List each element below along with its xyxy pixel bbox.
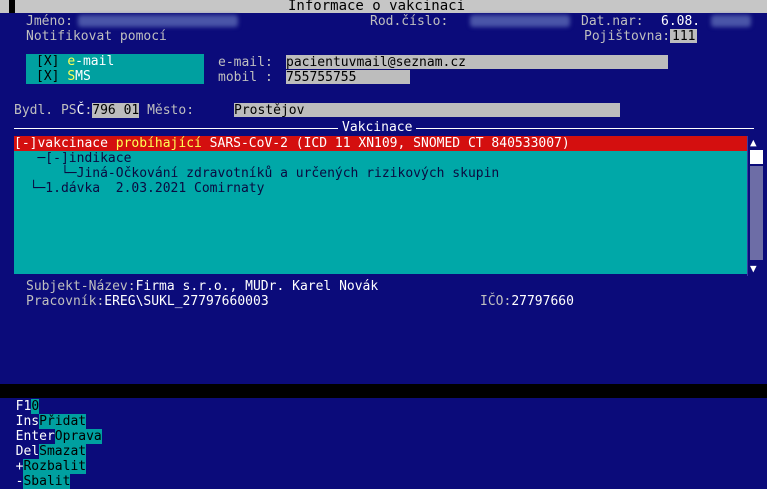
window-menu-icon[interactable] (9, 0, 15, 13)
scroll-down-icon[interactable]: ▼ (750, 261, 757, 276)
mesto-label: Město: (139, 103, 195, 118)
sms-hotkey: S (67, 69, 76, 84)
fkey-expand[interactable]: +Rozbalit (16, 459, 87, 474)
fkey-enter[interactable]: EnterOprava (16, 429, 102, 444)
fkey-f10[interactable]: F10 (16, 399, 40, 414)
pracovnik-label: Pracovník: (26, 294, 105, 309)
datnar-label: Dat.nar: (581, 14, 644, 29)
datnar-value: 6.08. (661, 14, 701, 29)
scroll-up-icon[interactable]: ▲ (750, 135, 757, 150)
section-title: Vakcinace (338, 120, 417, 135)
window-title: Informace o vakcinaci (288, 0, 466, 14)
address-row: Bydl. PSČ:796 01 Město: (14, 103, 194, 118)
jmeno-value-redacted (78, 15, 238, 27)
sms-check-mark: [X] (36, 69, 60, 84)
email-option-label: -mail (75, 54, 115, 69)
mobil-label: mobil : (218, 70, 273, 85)
fkey-ins[interactable]: InsPřidat (16, 414, 87, 429)
psc-input[interactable]: 796 01 (92, 103, 140, 118)
mobil-input[interactable]: 755755755 (286, 70, 410, 85)
datnar-year-redacted (711, 15, 751, 27)
pojistovna-label: Pojištovna: (584, 29, 671, 44)
tree-row-indication-detail[interactable]: └─Jiná-Očkování zdravotníků a určených r… (14, 166, 499, 181)
tree-row-selected[interactable]: [-]vakcinace probíhající SARS-CoV-2 (ICD… (14, 136, 747, 151)
fkey-collapse[interactable]: -Sbalit (16, 474, 71, 489)
email-checkbox[interactable]: [X] e-mail (36, 54, 114, 69)
subjekt-value: Firma s.r.o., MUDr. Karel Novák (135, 279, 379, 294)
email-input[interactable]: pacientuvmail@seznam.cz (286, 55, 668, 70)
rodcislo-label: Rod.číslo: (370, 14, 449, 29)
email-field-label: e-mail: (218, 55, 273, 70)
scroll-track[interactable] (750, 166, 763, 260)
title-bar: Informace o vakcinaci (0, 0, 767, 14)
jmeno-label: Jméno: (26, 14, 73, 29)
ico-label: IČO: (480, 294, 512, 309)
notify-label: Notifikovat pomocí (26, 29, 167, 44)
tree-scrollbar[interactable]: ▲ ▼ (747, 136, 765, 276)
bydl-label: Bydl. PS (14, 103, 77, 118)
sms-option-label: MS (75, 69, 91, 84)
subjekt-row: Subjekt-Název:Firma s.r.o., MUDr. Karel … (26, 279, 378, 294)
mesto-input[interactable]: Prostějov (234, 103, 620, 118)
rodcislo-value-redacted (470, 15, 570, 27)
fkey-del[interactable]: DelSmazat (16, 444, 87, 459)
ico-value: 27797660 (511, 294, 574, 309)
pojistovna-field[interactable]: 111 (670, 29, 698, 44)
pracovnik-row: Pracovník:EREG\SUKL_27797660003 (26, 294, 269, 309)
subjekt-label: Subjekt-Název: (26, 279, 136, 294)
pracovnik-value: EREG\SUKL_27797660003 (104, 294, 269, 309)
email-check-mark: [X] (36, 54, 60, 69)
sms-checkbox[interactable]: [X] SMS (36, 69, 91, 84)
function-key-bar: F10 InsPřidat EnterOprava DelSmazat +Roz… (0, 384, 767, 489)
email-hotkey: e (67, 54, 76, 69)
tree-row-dose[interactable]: └─1.dávka 2.03.2021 Comirnaty (14, 181, 265, 196)
status-highlight: probíhající (115, 136, 202, 151)
tree-row-indikace[interactable]: ─[-]indikace (14, 151, 131, 166)
scroll-thumb[interactable] (750, 150, 763, 164)
ico-row: IČO:27797660 (480, 294, 574, 309)
